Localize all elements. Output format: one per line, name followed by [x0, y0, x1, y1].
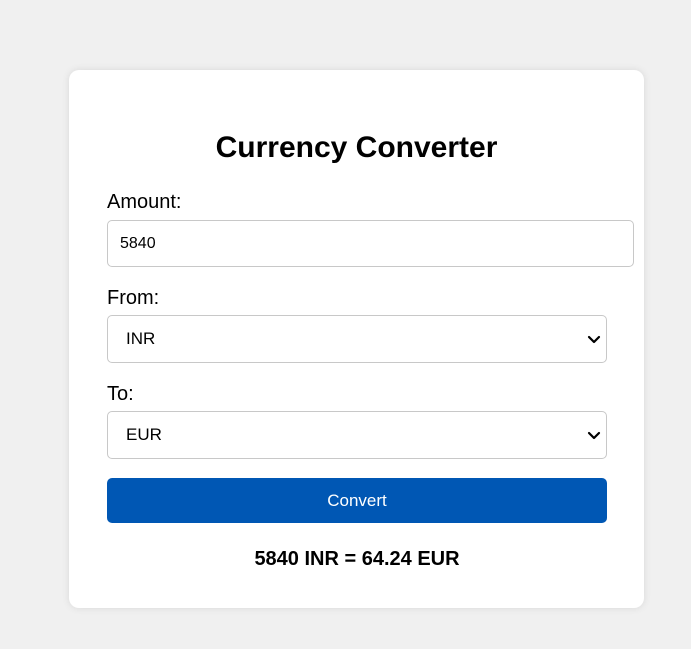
- page-title: Currency Converter: [215, 131, 498, 164]
- amount-label: Amount:: [107, 191, 182, 213]
- to-currency-value: EUR: [126, 425, 162, 444]
- to-label: To:: [107, 383, 134, 405]
- amount-input[interactable]: [107, 220, 634, 267]
- converter-card: Currency Converter Amount: From: INR To:…: [69, 70, 644, 608]
- convert-button[interactable]: Convert: [107, 478, 607, 523]
- from-label: From:: [107, 287, 160, 309]
- to-currency-select[interactable]: EUR: [107, 411, 607, 459]
- chevron-down-icon: [587, 335, 601, 344]
- from-currency-value: INR: [126, 329, 156, 348]
- conversion-result: 5840 INR = 64.24 EUR: [254, 548, 460, 570]
- from-currency-select[interactable]: INR: [107, 315, 607, 363]
- chevron-down-icon: [587, 431, 601, 440]
